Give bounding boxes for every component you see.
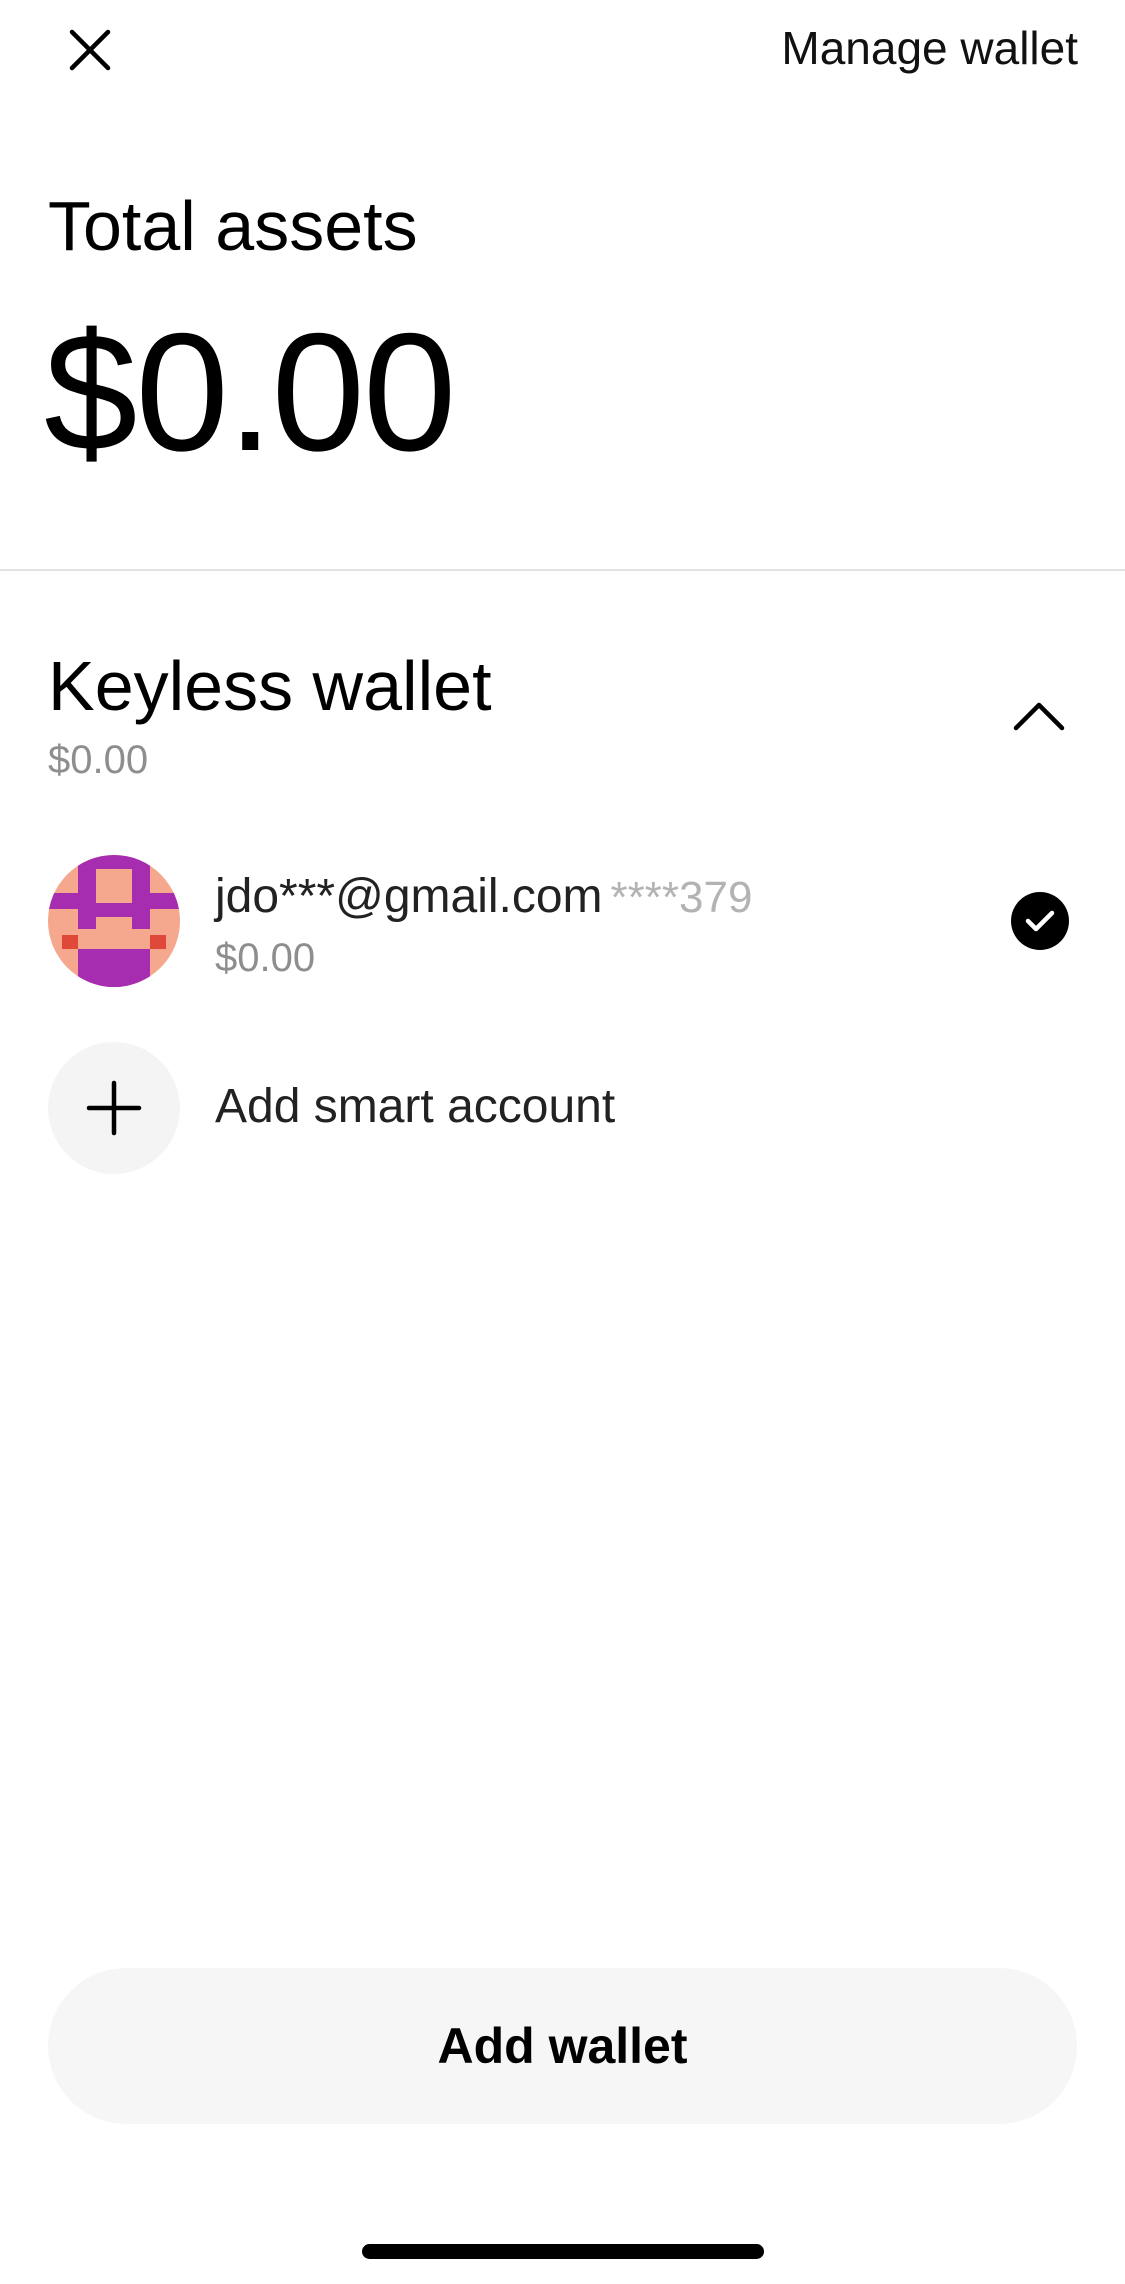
total-assets-label: Total assets bbox=[48, 187, 418, 265]
home-indicator bbox=[362, 2244, 764, 2259]
total-assets-value: $0.00 bbox=[44, 298, 456, 486]
top-bar: Manage wallet bbox=[0, 0, 1125, 100]
account-row[interactable]: jdo***@gmail.com ****379 $0.00 bbox=[0, 850, 1125, 990]
account-email-text: jdo***@gmail.com bbox=[215, 870, 603, 923]
plus-icon bbox=[86, 1080, 142, 1136]
add-smart-account-label: Add smart account bbox=[215, 1080, 616, 1133]
section-divider bbox=[0, 569, 1125, 571]
selected-check-icon bbox=[1011, 892, 1069, 950]
chevron-up-icon bbox=[1013, 702, 1065, 731]
close-button[interactable] bbox=[62, 22, 118, 78]
add-smart-account-row[interactable]: Add smart account bbox=[0, 1040, 1125, 1176]
identicon-image bbox=[48, 855, 180, 987]
avatar bbox=[48, 855, 180, 987]
add-smart-account-button[interactable] bbox=[48, 1042, 180, 1174]
wallet-group-header[interactable]: Keyless wallet $0.00 bbox=[0, 630, 1125, 800]
wallet-group-title: Keyless wallet bbox=[48, 647, 492, 725]
collapse-toggle[interactable] bbox=[1011, 688, 1067, 744]
add-wallet-button[interactable]: Add wallet bbox=[48, 1968, 1077, 2124]
close-icon bbox=[69, 29, 111, 71]
account-email: jdo***@gmail.com ****379 bbox=[215, 868, 752, 927]
account-balance: $0.00 bbox=[215, 936, 316, 980]
account-address-suffix: ****379 bbox=[610, 873, 753, 922]
manage-wallet-link[interactable]: Manage wallet bbox=[781, 20, 1078, 76]
wallet-group-balance: $0.00 bbox=[48, 738, 149, 782]
